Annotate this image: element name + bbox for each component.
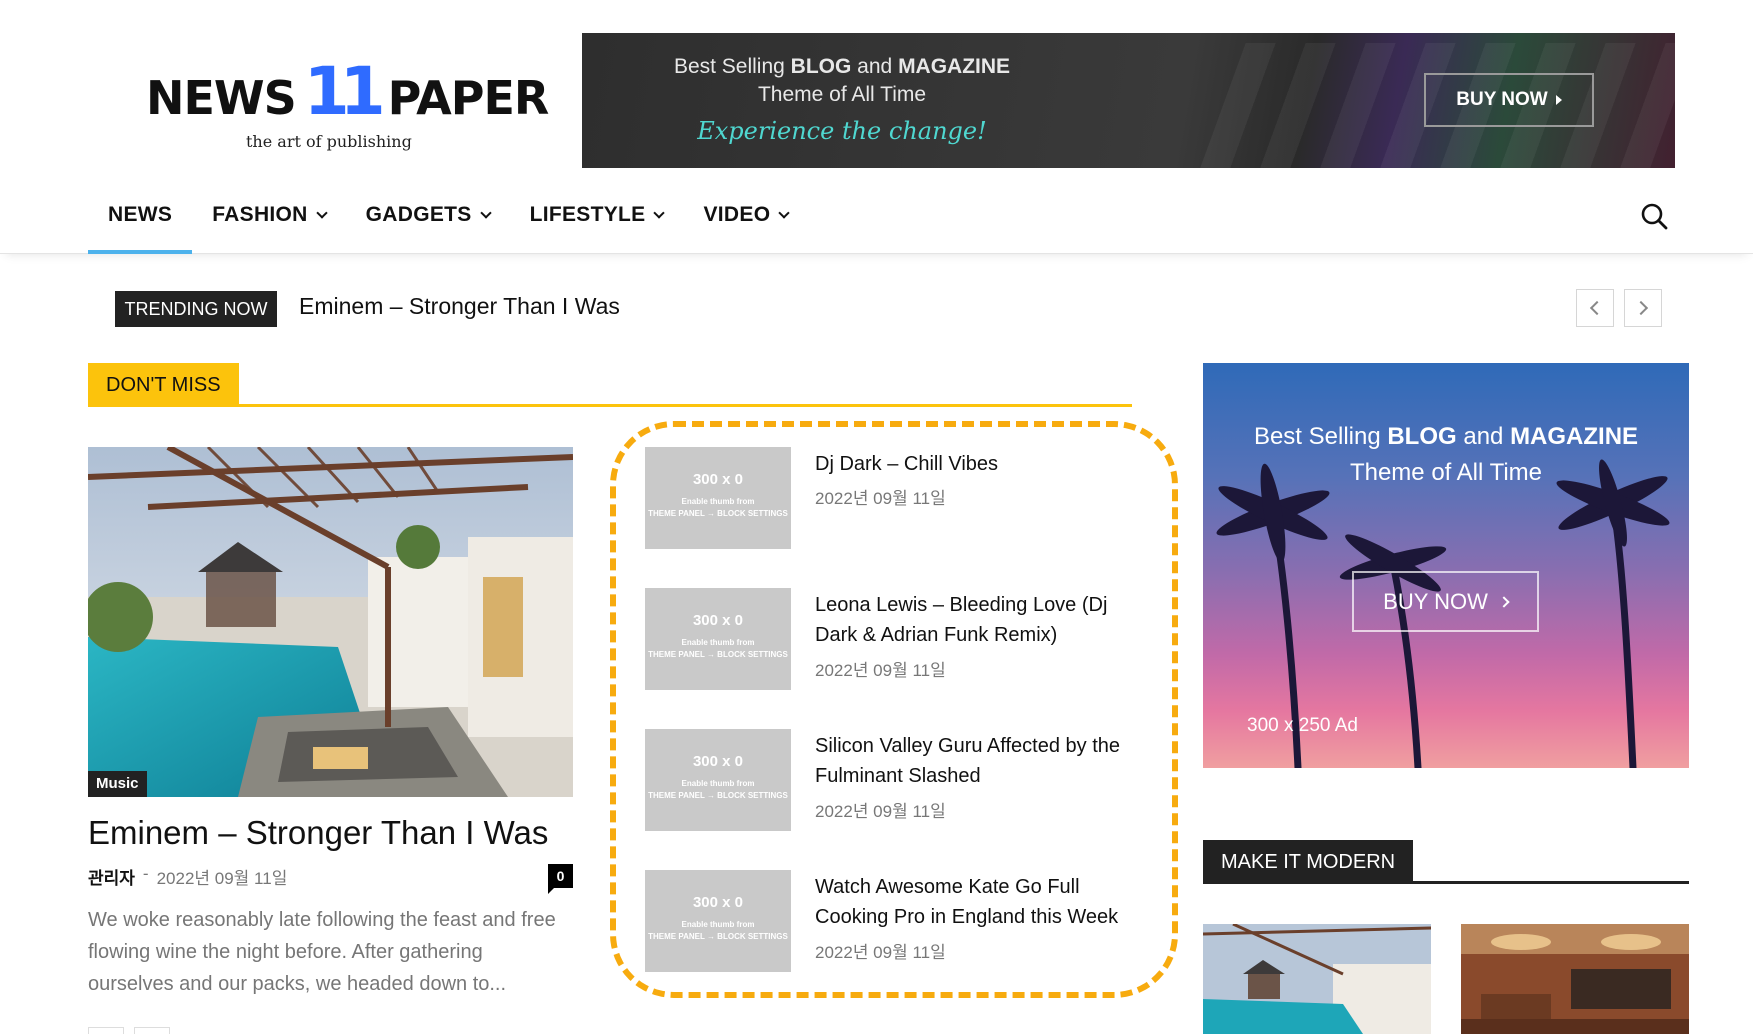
featured-meta: 관리자 - 2022년 09월 11일 xyxy=(88,864,287,889)
trending-now-label: TRENDING NOW xyxy=(115,291,277,327)
sidebar-ad[interactable]: Best Selling BLOG and MAGAZINE Theme of … xyxy=(1203,363,1689,768)
modern-thumb-2[interactable] xyxy=(1461,924,1689,1034)
list-item-title-link[interactable]: Silicon Valley Guru Affected by the Fulm… xyxy=(815,731,1145,791)
caret-right-icon xyxy=(1555,95,1562,105)
banner-text: Best Selling BLOG and MAGAZINE Theme of … xyxy=(642,53,1042,145)
list-item-date: 2022년 09월 11일 xyxy=(815,802,946,821)
modern-thumb-1[interactable] xyxy=(1203,924,1431,1034)
ad-headline: Best Selling BLOG and MAGAZINE Theme of … xyxy=(1203,419,1689,491)
chevron-down-icon xyxy=(778,206,791,219)
make-it-modern-title: MAKE IT MODERN xyxy=(1203,840,1414,882)
list-item-title-link[interactable]: Dj Dark – Chill Vibes xyxy=(815,449,1145,479)
chevron-down-icon xyxy=(653,206,666,219)
logo-number: 11 xyxy=(303,53,386,130)
block-pagination xyxy=(88,1027,170,1034)
logo-word-left: NEWS xyxy=(146,71,297,126)
chevron-down-icon xyxy=(479,206,492,219)
logo-word-right: PAPER xyxy=(387,71,550,126)
list-item-title-link[interactable]: Leona Lewis – Bleeding Love (Dj Dark & A… xyxy=(815,590,1145,650)
chevron-left-icon xyxy=(1589,300,1605,316)
list-item[interactable]: 300 x 0 Enable thumb from THEME PANEL → B… xyxy=(645,447,1155,549)
main-navigation: NEWS FASHION GADGETS LIFESTYLE VIDEO xyxy=(0,176,1753,254)
list-item-title-link[interactable]: Watch Awesome Kate Go Full Cooking Pro i… xyxy=(815,872,1145,932)
thumb-placeholder[interactable]: 300 x 0 Enable thumb from THEME PANEL → B… xyxy=(645,870,791,972)
block-prev-button[interactable] xyxy=(88,1027,124,1034)
list-item-date: 2022년 09월 11일 xyxy=(815,943,946,962)
list-item-date: 2022년 09월 11일 xyxy=(815,489,946,508)
chevron-down-icon xyxy=(315,206,328,219)
nav-item-fashion[interactable]: FASHION xyxy=(192,176,345,254)
comment-count-badge[interactable]: 0 xyxy=(548,864,573,894)
villa-thumbnail xyxy=(1203,924,1431,1034)
dont-miss-title: DON'T MISS xyxy=(88,363,239,405)
make-it-modern-section-header: MAKE IT MODERN xyxy=(1203,840,1689,884)
trending-prev-button[interactable] xyxy=(1576,289,1614,327)
site-logo[interactable]: NEWS 11 PAPER the art of publishing xyxy=(146,53,549,158)
search-icon[interactable] xyxy=(1640,202,1668,230)
villa-pool-photo xyxy=(88,447,573,797)
featured-category-badge[interactable]: Music xyxy=(88,771,147,797)
thumb-placeholder[interactable]: 300 x 0 Enable thumb from THEME PANEL → B… xyxy=(645,447,791,549)
meta-separator: - xyxy=(142,864,149,883)
thumb-placeholder[interactable]: 300 x 0 Enable thumb from THEME PANEL → B… xyxy=(645,729,791,831)
nav-item-lifestyle[interactable]: LIFESTYLE xyxy=(510,176,684,254)
nav-item-gadgets[interactable]: GADGETS xyxy=(346,176,510,254)
featured-date: 2022년 09월 11일 xyxy=(156,869,288,888)
chevron-right-icon xyxy=(1498,595,1510,608)
featured-image[interactable] xyxy=(88,447,573,797)
ad-line-2: Theme of All Time xyxy=(1349,459,1543,486)
featured-excerpt: We woke reasonably late following the fe… xyxy=(88,909,556,995)
logo-tagline: the art of publishing xyxy=(246,132,412,151)
interior-thumbnail xyxy=(1461,924,1689,1034)
banner-line-3: Experience the change! xyxy=(697,117,987,145)
dont-miss-section-header: DON'T MISS xyxy=(88,363,1132,407)
list-item-date: 2022년 09월 11일 xyxy=(815,661,946,680)
chevron-right-icon xyxy=(1633,300,1649,316)
ad-line-1: Best Selling BLOG and MAGAZINE xyxy=(1253,423,1639,450)
nav-item-news[interactable]: NEWS xyxy=(88,176,193,254)
logo-wordmark: NEWS 11 PAPER xyxy=(146,53,549,130)
ad-buy-now-button[interactable]: BUY NOW xyxy=(1352,571,1539,632)
list-item[interactable]: 300 x 0 Enable thumb from THEME PANEL → B… xyxy=(645,729,1155,831)
list-item[interactable]: 300 x 0 Enable thumb from THEME PANEL → B… xyxy=(645,870,1155,972)
featured-title-link[interactable]: Eminem – Stronger Than I Was xyxy=(88,814,548,852)
thumb-placeholder[interactable]: 300 x 0 Enable thumb from THEME PANEL → B… xyxy=(645,588,791,690)
trending-headline-link[interactable]: Eminem – Stronger Than I Was xyxy=(299,293,620,320)
header-banner-ad[interactable]: Best Selling BLOG and MAGAZINE Theme of … xyxy=(582,33,1675,168)
list-item[interactable]: 300 x 0 Enable thumb from THEME PANEL → B… xyxy=(645,588,1155,690)
banner-buy-now-button[interactable]: BUY NOW xyxy=(1424,73,1594,127)
banner-line-1: Best Selling BLOG and MAGAZINE xyxy=(673,55,1011,78)
banner-line-2: Theme of All Time xyxy=(757,83,927,106)
nav-item-video[interactable]: VIDEO xyxy=(683,176,808,254)
block-next-button[interactable] xyxy=(134,1027,170,1034)
trending-next-button[interactable] xyxy=(1624,289,1662,327)
nav-menu: NEWS FASHION GADGETS LIFESTYLE VIDEO xyxy=(88,176,808,254)
ad-size-label: 300 x 250 Ad xyxy=(1247,715,1358,736)
featured-author-link[interactable]: 관리자 xyxy=(88,864,135,889)
